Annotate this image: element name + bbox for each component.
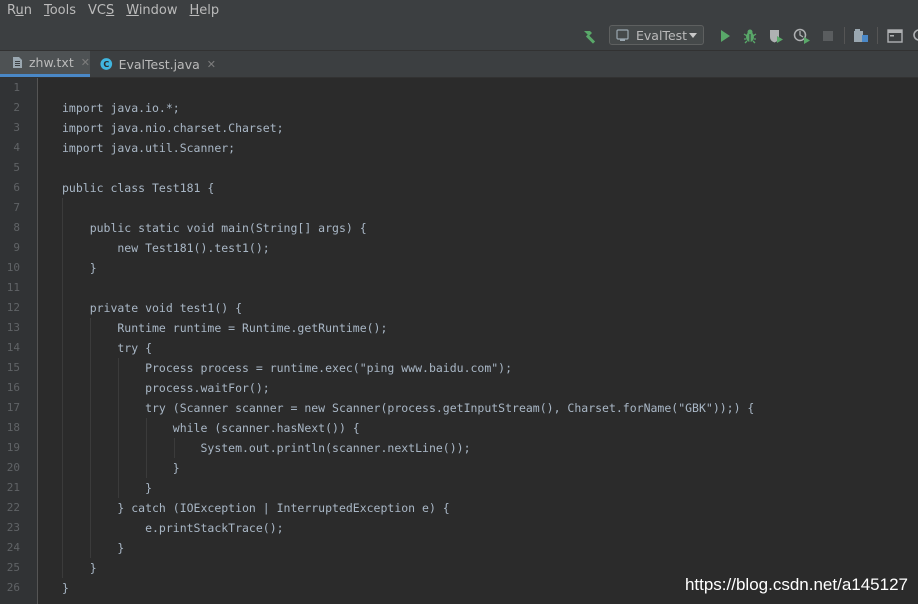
code-line: import java.util.Scanner;: [62, 141, 236, 155]
line-number: 17: [6, 401, 20, 414]
code-editor[interactable]: import java.io.*; import java.nio.charset…: [38, 78, 918, 604]
code-line: private void test1() {: [62, 301, 243, 315]
line-number-gutter: 1 2 3 4 5 6 7 8 9 10 11 12 13 14 15 16 17 18 19 20 21 22 23 24 2…: [0, 78, 38, 604]
line-number: 12: [6, 301, 20, 314]
line-number: 8: [13, 221, 20, 234]
code-line: }: [62, 581, 69, 595]
run-configuration-label: EvalTest: [636, 27, 688, 43]
tab-evaltest-java[interactable]: C EvalTest.java ✕: [90, 51, 216, 77]
java-config-icon: [616, 29, 629, 41]
toolbar-separator: [844, 27, 845, 44]
watermark: https://blog.csdn.net/a145127: [684, 575, 908, 594]
line-number: 19: [6, 441, 20, 454]
search-icon[interactable]: [908, 21, 918, 50]
profile-icon[interactable]: [791, 21, 813, 50]
code-line: } catch (IOException | InterruptedExcept…: [62, 501, 450, 515]
close-icon[interactable]: ✕: [207, 58, 216, 71]
line-number: 21: [6, 481, 20, 494]
line-number: 25: [6, 561, 20, 574]
code-line: try (Scanner scanner = new Scanner(proce…: [62, 401, 755, 415]
line-number: 9: [13, 241, 20, 254]
code-line: try {: [62, 341, 153, 355]
code-line: process.waitFor();: [62, 381, 270, 395]
code-line: }: [62, 261, 97, 275]
line-number: 6: [13, 181, 20, 194]
code-line: }: [62, 561, 97, 575]
code-line: }: [62, 461, 180, 475]
line-number: 5: [13, 161, 20, 174]
debug-icon[interactable]: [739, 21, 761, 50]
build-icon[interactable]: [579, 21, 601, 50]
tab-label: EvalTest.java: [118, 56, 200, 72]
line-number: 1: [13, 81, 20, 94]
menu-vcs[interactable]: VCS: [82, 0, 120, 21]
project-structure-icon[interactable]: [850, 21, 872, 50]
main-toolbar: EvalTest: [0, 21, 918, 51]
menu-window[interactable]: Window: [120, 0, 183, 21]
menu-run[interactable]: Run: [0, 0, 38, 21]
line-number: 22: [6, 501, 20, 514]
code-line: new Test181().test1();: [62, 241, 270, 255]
code-line: import java.io.*;: [62, 101, 180, 115]
code-line: public class Test181 {: [62, 181, 215, 195]
editor-tab-bar: zhw.txt ✕ C EvalTest.java ✕: [0, 51, 918, 78]
code-line: System.out.println(scanner.nextLine());: [62, 441, 471, 455]
code-line: import java.nio.charset.Charset;: [62, 121, 284, 135]
line-number: 26: [6, 581, 20, 594]
line-number: 7: [13, 201, 20, 214]
line-number: 20: [6, 461, 20, 474]
line-number: 16: [6, 381, 20, 394]
menu-tools[interactable]: Tools: [38, 0, 82, 21]
tab-label: zhw.txt: [29, 55, 74, 70]
line-number: 11: [6, 281, 20, 294]
line-number: 23: [6, 521, 20, 534]
line-number: 13: [6, 321, 20, 334]
text-file-icon: [13, 57, 22, 68]
line-number: 14: [6, 341, 20, 354]
menu-help[interactable]: Help: [184, 0, 226, 21]
stop-icon[interactable]: [817, 21, 839, 50]
code-line: }: [62, 481, 153, 495]
terminal-icon[interactable]: [884, 21, 906, 50]
line-number: 2: [13, 101, 20, 114]
code-line: public static void main(String[] args) {: [62, 221, 367, 235]
chevron-down-icon: [689, 33, 697, 38]
run-configuration-select[interactable]: EvalTest: [609, 25, 704, 45]
code-line: while (scanner.hasNext()) {: [62, 421, 360, 435]
coverage-icon[interactable]: [765, 21, 787, 50]
close-icon[interactable]: ✕: [81, 56, 90, 69]
svg-text:C: C: [103, 60, 109, 69]
tab-zhw-txt[interactable]: zhw.txt ✕: [0, 51, 90, 77]
menu-bar: Run Tools VCS Window Help: [0, 0, 918, 21]
line-number: 15: [6, 361, 20, 374]
java-class-icon: C: [100, 58, 113, 70]
code-line: Runtime runtime = Runtime.getRuntime();: [62, 321, 388, 335]
run-icon[interactable]: [714, 21, 736, 50]
code-line: Process process = runtime.exec("ping www…: [62, 361, 513, 375]
line-number: 10: [6, 261, 20, 274]
code-line: e.printStackTrace();: [62, 521, 284, 535]
line-number: 24: [6, 541, 20, 554]
line-number: 18: [6, 421, 20, 434]
line-number: 4: [13, 141, 20, 154]
toolbar-separator: [877, 27, 878, 44]
code-line: }: [62, 541, 125, 555]
line-number: 3: [13, 121, 20, 134]
